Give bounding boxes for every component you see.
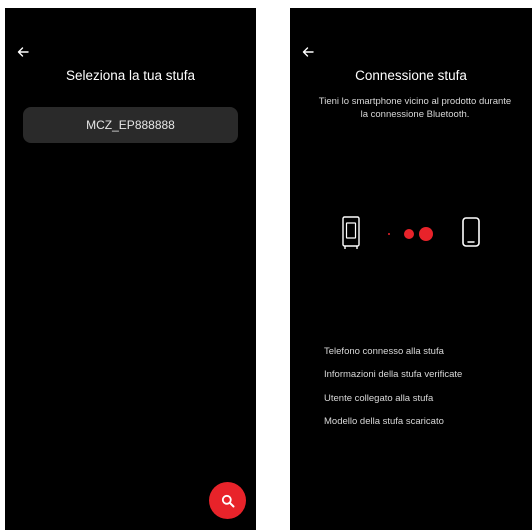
device-list-item[interactable]: MCZ_EP888888 <box>23 107 238 143</box>
connection-instructions: Tieni lo smartphone vicino al prodotto d… <box>298 95 532 121</box>
screenshot-canvas: Seleziona la tua stufa MCZ_EP888888 Conn… <box>0 0 532 530</box>
search-icon <box>221 494 234 507</box>
connect-stove-screen: Connessione stufa Tieni lo smartphone vi… <box>290 8 532 530</box>
connection-step: Informazioni della stufa verificate <box>324 369 463 381</box>
instructions-line-1: Tieni lo smartphone vicino al prodotto d… <box>318 96 512 107</box>
connection-step: Telefono connesso alla stufa <box>324 346 444 357</box>
select-stove-screen: Seleziona la tua stufa MCZ_EP888888 <box>5 8 256 530</box>
arrow-left-icon <box>302 47 314 57</box>
connection-animation <box>342 216 480 249</box>
connection-step: Modello della stufa scaricato <box>324 415 444 427</box>
progress-dots <box>388 227 433 241</box>
page-title: Seleziona la tua stufa <box>65 68 196 83</box>
smartphone-icon <box>462 217 480 247</box>
page-title: Connessione stufa <box>355 68 467 83</box>
progress-dot-medium <box>404 229 414 239</box>
instructions-line-2: la connessione Bluetooth. <box>360 109 470 120</box>
connection-step: Utente collegato alla stufa <box>324 392 434 404</box>
back-button[interactable] <box>16 45 30 59</box>
back-button[interactable] <box>301 45 315 59</box>
progress-dot-small <box>388 233 390 235</box>
connection-steps-list: Telefono connesso alla stufa Informazion… <box>324 345 532 438</box>
progress-dot-large <box>419 227 433 241</box>
arrow-left-icon <box>17 47 29 57</box>
search-button[interactable] <box>209 482 246 519</box>
stove-icon <box>342 216 360 249</box>
